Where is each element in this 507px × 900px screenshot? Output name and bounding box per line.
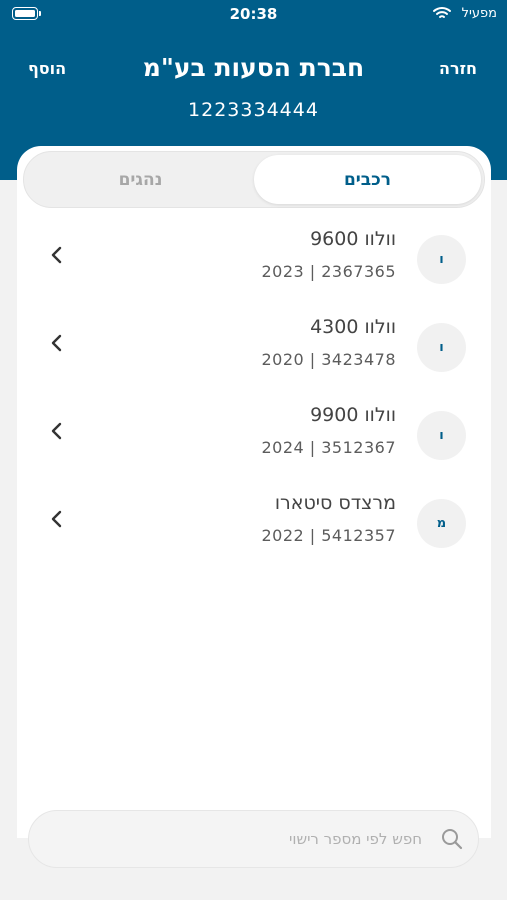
vehicle-details: 2020 | 3423478 [261, 350, 396, 369]
search-bar [28, 810, 479, 868]
tab-drivers[interactable]: נהגים [27, 155, 254, 204]
status-time: 20:38 [229, 5, 278, 23]
tab-vehicles[interactable]: רכבים [254, 155, 481, 204]
vehicle-details: 2024 | 3512367 [261, 438, 396, 457]
tab-switcher: נהגים רכבים [23, 151, 485, 208]
back-button[interactable]: חזרה [439, 59, 477, 78]
chevron-left-icon [51, 246, 62, 264]
search-input[interactable] [49, 822, 422, 856]
avatar: מ [417, 499, 466, 548]
vehicle-name: מרצדס סיטארו [274, 492, 396, 514]
search-icon [442, 829, 463, 850]
vehicle-name: וולוו 4300 [310, 316, 396, 338]
wifi-icon [433, 7, 451, 18]
vehicle-name: וולוו 9600 [310, 228, 396, 250]
vehicle-row[interactable]: ו וולוו 4300 2020 | 3423478 [17, 303, 491, 391]
chevron-left-icon [51, 510, 62, 528]
vehicle-row[interactable]: ו וולוו 9600 2023 | 2367365 [17, 215, 491, 303]
page-title: חברת הסעות בע"מ [142, 53, 365, 82]
status-bar: 20:38 מפעיל [0, 0, 507, 30]
chevron-left-icon [51, 334, 62, 352]
vehicle-row[interactable]: מ מרצדס סיטארו 2022 | 5412357 [17, 479, 491, 567]
company-id: 1223334444 [188, 99, 319, 121]
chevron-left-icon [51, 422, 62, 440]
vehicle-name: וולוו 9900 [310, 404, 396, 426]
vehicle-details: 2022 | 5412357 [261, 526, 396, 545]
vehicle-row[interactable]: ו וולוו 9900 2024 | 3512367 [17, 391, 491, 479]
avatar: ו [417, 235, 466, 284]
avatar: ו [417, 411, 466, 460]
carrier-label: מפעיל [461, 6, 497, 21]
avatar: ו [417, 323, 466, 372]
vehicle-details: 2023 | 2367365 [261, 262, 396, 281]
